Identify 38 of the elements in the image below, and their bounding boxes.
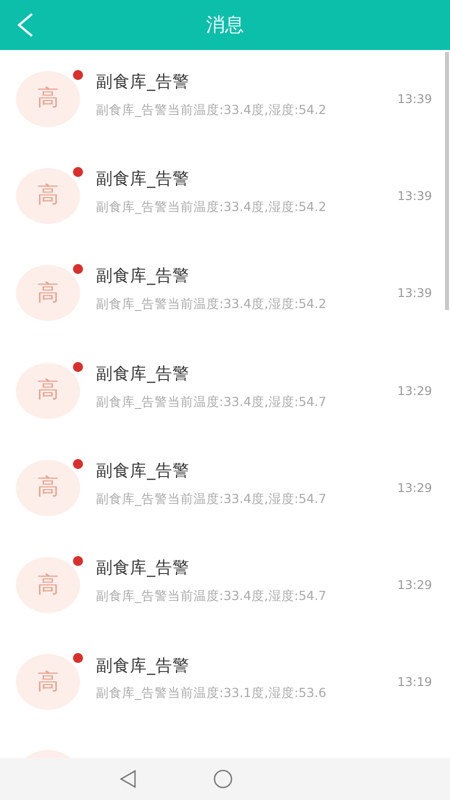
message-body: 副食库_告警当前温度:33.1度,湿度:53.6 [96, 684, 326, 702]
level-avatar: 高 [16, 557, 80, 614]
message-title: 副食库_告警 [96, 72, 190, 92]
message-time: 13:29 [397, 480, 432, 497]
message-title: 副食库_告警 [96, 169, 190, 189]
message-item[interactable]: 高 副食库_告警 副食库_告警当前温度:33.4度,湿度:54.2 13:39 [0, 147, 450, 245]
message-body: 副食库_告警当前温度:33.4度,湿度:54.2 [96, 100, 326, 119]
back-icon[interactable] [118, 769, 138, 789]
message-body: 副食库_告警当前温度:33.4度,湿度:54.2 [96, 198, 326, 216]
message-body: 副食库_告警当前温度:33.4度,湿度:54.7 [96, 490, 326, 508]
message-time: 13:19 [397, 674, 432, 692]
page-title: 消息 [206, 12, 244, 38]
level-avatar: 高 [16, 362, 80, 419]
level-avatar: 高 [16, 654, 80, 710]
level-avatar: 高 [16, 70, 80, 127]
message-title: 副食库_告警 [96, 558, 190, 578]
message-item[interactable]: 高 副食库_告警 副食库_告警当前温度:33.4度,湿度:54.2 13:39 [0, 244, 450, 342]
message-item[interactable]: 高 副食库_告警 副食库_告警当前温度:33.4度,湿度:54.7 13:29 [0, 536, 450, 634]
level-avatar: 高 [16, 265, 80, 322]
message-title: 副食库_告警 [96, 364, 190, 384]
level-avatar: 高 [16, 168, 80, 224]
message-time: 13:39 [397, 90, 432, 108]
message-time: 13:39 [397, 285, 432, 302]
message-time: 13:29 [397, 577, 432, 594]
message-body: 副食库_告警当前温度:33.4度,湿度:54.2 [96, 295, 326, 314]
message-item[interactable]: 高 副食库_告警 副食库_告警当前温度:33.4度,湿度:54.7 13:29 [0, 439, 450, 536]
message-title: 副食库_告警 [96, 266, 190, 286]
message-body: 副食库_告警当前温度:33.4度,湿度:54.7 [96, 392, 326, 411]
message-item[interactable]: 高 副食库_告警 副食库_告警当前温度:33.4度,湿度:54.7 13:29 [0, 342, 450, 440]
home-icon[interactable] [213, 769, 233, 789]
message-time: 13:29 [397, 382, 432, 400]
message-item[interactable]: 高 副食库_告警 副食库_告警当前温度:33.1度,湿度:53.6 13:19 [0, 634, 450, 732]
message-time: 13:39 [397, 188, 432, 205]
message-title: 副食库_告警 [96, 461, 190, 481]
level-avatar: 高 [16, 460, 80, 516]
message-body: 副食库_告警当前温度:33.4度,湿度:54.7 [96, 587, 326, 606]
message-item[interactable]: 高 副食库_告警 副食库_告警当前温度:33.4度,湿度:54.2 13:39 [0, 50, 450, 148]
message-title: 副食库_告警 [96, 656, 190, 676]
